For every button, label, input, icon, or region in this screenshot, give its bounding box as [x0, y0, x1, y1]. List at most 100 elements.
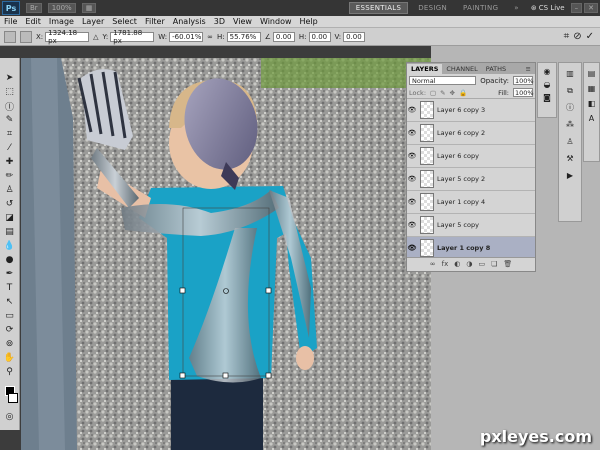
lock-transparent-icon[interactable]: ▢ — [430, 89, 436, 97]
brush-tool-icon[interactable]: ✏ — [4, 170, 16, 182]
y-position-field[interactable]: 1781.88 px — [110, 29, 155, 45]
info-panel-icon[interactable]: ⓘ — [565, 103, 576, 112]
horizontal-skew-field[interactable]: 0.00 — [308, 31, 331, 42]
tab-channels[interactable]: CHANNEL — [442, 64, 481, 74]
new-group-icon[interactable]: ▭ — [478, 260, 485, 268]
eyedropper-tool-icon[interactable]: ⁄ — [4, 142, 16, 154]
background-color-swatch[interactable] — [7, 393, 18, 403]
brush-presets-icon[interactable]: ⁂ — [565, 120, 576, 129]
new-layer-icon[interactable]: ❏ — [491, 260, 497, 268]
swatches-panel-icon[interactable]: ▦ — [586, 84, 597, 93]
zoom-tool-icon[interactable]: ⚲ — [4, 366, 16, 378]
menu-window[interactable]: Window — [256, 17, 296, 26]
tab-layers[interactable]: LAYERS — [407, 64, 443, 74]
menu-3d[interactable]: 3D — [210, 17, 229, 26]
workspace-essentials[interactable]: ESSENTIALS — [348, 2, 409, 14]
visibility-eye-icon[interactable]: 👁 — [407, 244, 417, 252]
layer-row[interactable]: 👁 Layer 1 copy 4 — [407, 191, 535, 214]
adjustments-panel-icon[interactable]: ◒ — [542, 80, 553, 89]
tab-paths[interactable]: PATHS — [482, 64, 510, 74]
visibility-eye-icon[interactable]: 👁 — [407, 221, 417, 229]
workspace-more-button[interactable]: » — [508, 2, 525, 14]
minimize-window-button[interactable]: – — [570, 3, 583, 13]
color-panel-icon[interactable]: ◉ — [542, 67, 553, 76]
menu-file[interactable]: File — [0, 17, 21, 26]
dodge-tool-icon[interactable]: ● — [4, 254, 16, 266]
adjustment-layer-icon[interactable]: ◑ — [466, 260, 472, 268]
rotation-field[interactable]: 0.00 — [272, 31, 295, 42]
blur-tool-icon[interactable]: 💧 — [4, 240, 16, 252]
visibility-eye-icon[interactable]: 👁 — [407, 175, 417, 183]
layer-row[interactable]: 👁 Layer 6 copy 2 — [407, 122, 535, 145]
relative-position-icon[interactable]: △ — [93, 33, 98, 41]
clone-stamp-tool-icon[interactable]: ♙ — [4, 184, 16, 196]
height-scale-field[interactable]: 55.76% — [226, 31, 261, 42]
type-tool-icon[interactable]: T — [4, 282, 16, 294]
move-tool-preset-icon[interactable] — [4, 30, 16, 43]
arrange-documents-button[interactable]: ▦ — [81, 3, 97, 13]
actions-panel-icon[interactable]: ▶ — [565, 171, 576, 180]
menu-filter[interactable]: Filter — [141, 17, 169, 26]
add-mask-icon[interactable]: ◐ — [454, 260, 460, 268]
menu-view[interactable]: View — [229, 17, 256, 26]
3d-orbit-tool-icon[interactable]: ⊚ — [4, 338, 16, 350]
x-position-field[interactable]: 1324.18 px — [45, 29, 90, 45]
delete-layer-icon[interactable]: 🗑 — [503, 260, 512, 268]
healing-brush-tool-icon[interactable]: ✚ — [4, 156, 16, 168]
marquee-tool-icon[interactable]: ⬚ — [4, 86, 16, 98]
styles-panel-icon[interactable]: ◧ — [586, 99, 597, 108]
3d-rotate-tool-icon[interactable]: ⟳ — [4, 324, 16, 336]
layer-row[interactable]: 👁 Layer 1 copy 8 — [407, 237, 535, 257]
menu-layer[interactable]: Layer — [78, 17, 108, 26]
lock-position-icon[interactable]: ✥ — [450, 89, 455, 97]
visibility-eye-icon[interactable]: 👁 — [407, 198, 417, 206]
navigator-panel-icon[interactable]: ⧉ — [565, 86, 576, 95]
move-tool-icon[interactable]: ➤ — [4, 72, 16, 84]
zoom-level-select[interactable]: 100% — [47, 3, 76, 13]
clone-source-icon[interactable]: ♙ — [565, 137, 576, 146]
layer-row[interactable]: 👁 Layer 6 copy — [407, 145, 535, 168]
reference-point-icon[interactable] — [20, 30, 32, 43]
link-proportions-icon[interactable]: ∞ — [207, 33, 213, 41]
menu-edit[interactable]: Edit — [21, 17, 45, 26]
masks-panel-icon[interactable]: ◙ — [542, 93, 553, 102]
lasso-tool-icon[interactable]: ⓛ — [4, 100, 16, 113]
lock-image-icon[interactable]: ✎ — [440, 89, 445, 97]
layer-row[interactable]: 👁 Layer 5 copy 2 — [407, 168, 535, 191]
quick-selection-tool-icon[interactable]: ✎ — [4, 114, 16, 126]
layer-row[interactable]: 👁 Layer 6 copy 3 — [407, 99, 535, 122]
document-canvas[interactable] — [21, 58, 431, 450]
visibility-eye-icon[interactable]: 👁 — [407, 152, 417, 160]
fill-field[interactable]: 100% — [513, 88, 534, 97]
commit-transform-icon[interactable]: ✓ — [586, 31, 594, 42]
panel-menu-icon[interactable]: ≡ — [522, 64, 535, 74]
blend-mode-select[interactable]: Normal — [409, 76, 477, 85]
quick-mask-icon[interactable]: ◎ — [4, 411, 16, 423]
workspace-painting[interactable]: PAINTING — [457, 2, 504, 14]
vertical-skew-field[interactable]: 0.00 — [343, 31, 366, 42]
visibility-eye-icon[interactable]: 👁 — [407, 129, 417, 137]
menu-help[interactable]: Help — [296, 17, 322, 26]
launch-bridge-button[interactable]: Br — [26, 3, 42, 13]
tool-presets-icon[interactable]: ⚒ — [565, 154, 576, 163]
menu-analysis[interactable]: Analysis — [169, 17, 210, 26]
warp-mode-icon[interactable]: ⌗ — [564, 31, 570, 42]
close-window-button[interactable]: ✕ — [584, 3, 598, 13]
gradient-tool-icon[interactable]: ▤ — [4, 226, 16, 238]
layer-style-icon[interactable]: fx — [442, 260, 449, 268]
menu-image[interactable]: Image — [45, 17, 78, 26]
eraser-tool-icon[interactable]: ◪ — [4, 212, 16, 224]
pen-tool-icon[interactable]: ✒ — [4, 268, 16, 280]
lock-all-icon[interactable]: 🔒 — [459, 89, 467, 97]
shape-tool-icon[interactable]: ▭ — [4, 310, 16, 322]
link-layers-icon[interactable]: ∞ — [430, 260, 436, 268]
menu-select[interactable]: Select — [108, 17, 141, 26]
character-panel-icon[interactable]: A — [586, 114, 597, 123]
opacity-field[interactable]: 100% — [513, 76, 534, 85]
workspace-design[interactable]: DESIGN — [412, 2, 453, 14]
cs-live-button[interactable]: ⊛ CS Live — [531, 4, 565, 12]
history-panel-icon[interactable]: ▤ — [586, 69, 597, 78]
crop-tool-icon[interactable]: ⌗ — [4, 128, 16, 140]
path-selection-tool-icon[interactable]: ↖ — [4, 296, 16, 308]
history-brush-tool-icon[interactable]: ↺ — [4, 198, 16, 210]
